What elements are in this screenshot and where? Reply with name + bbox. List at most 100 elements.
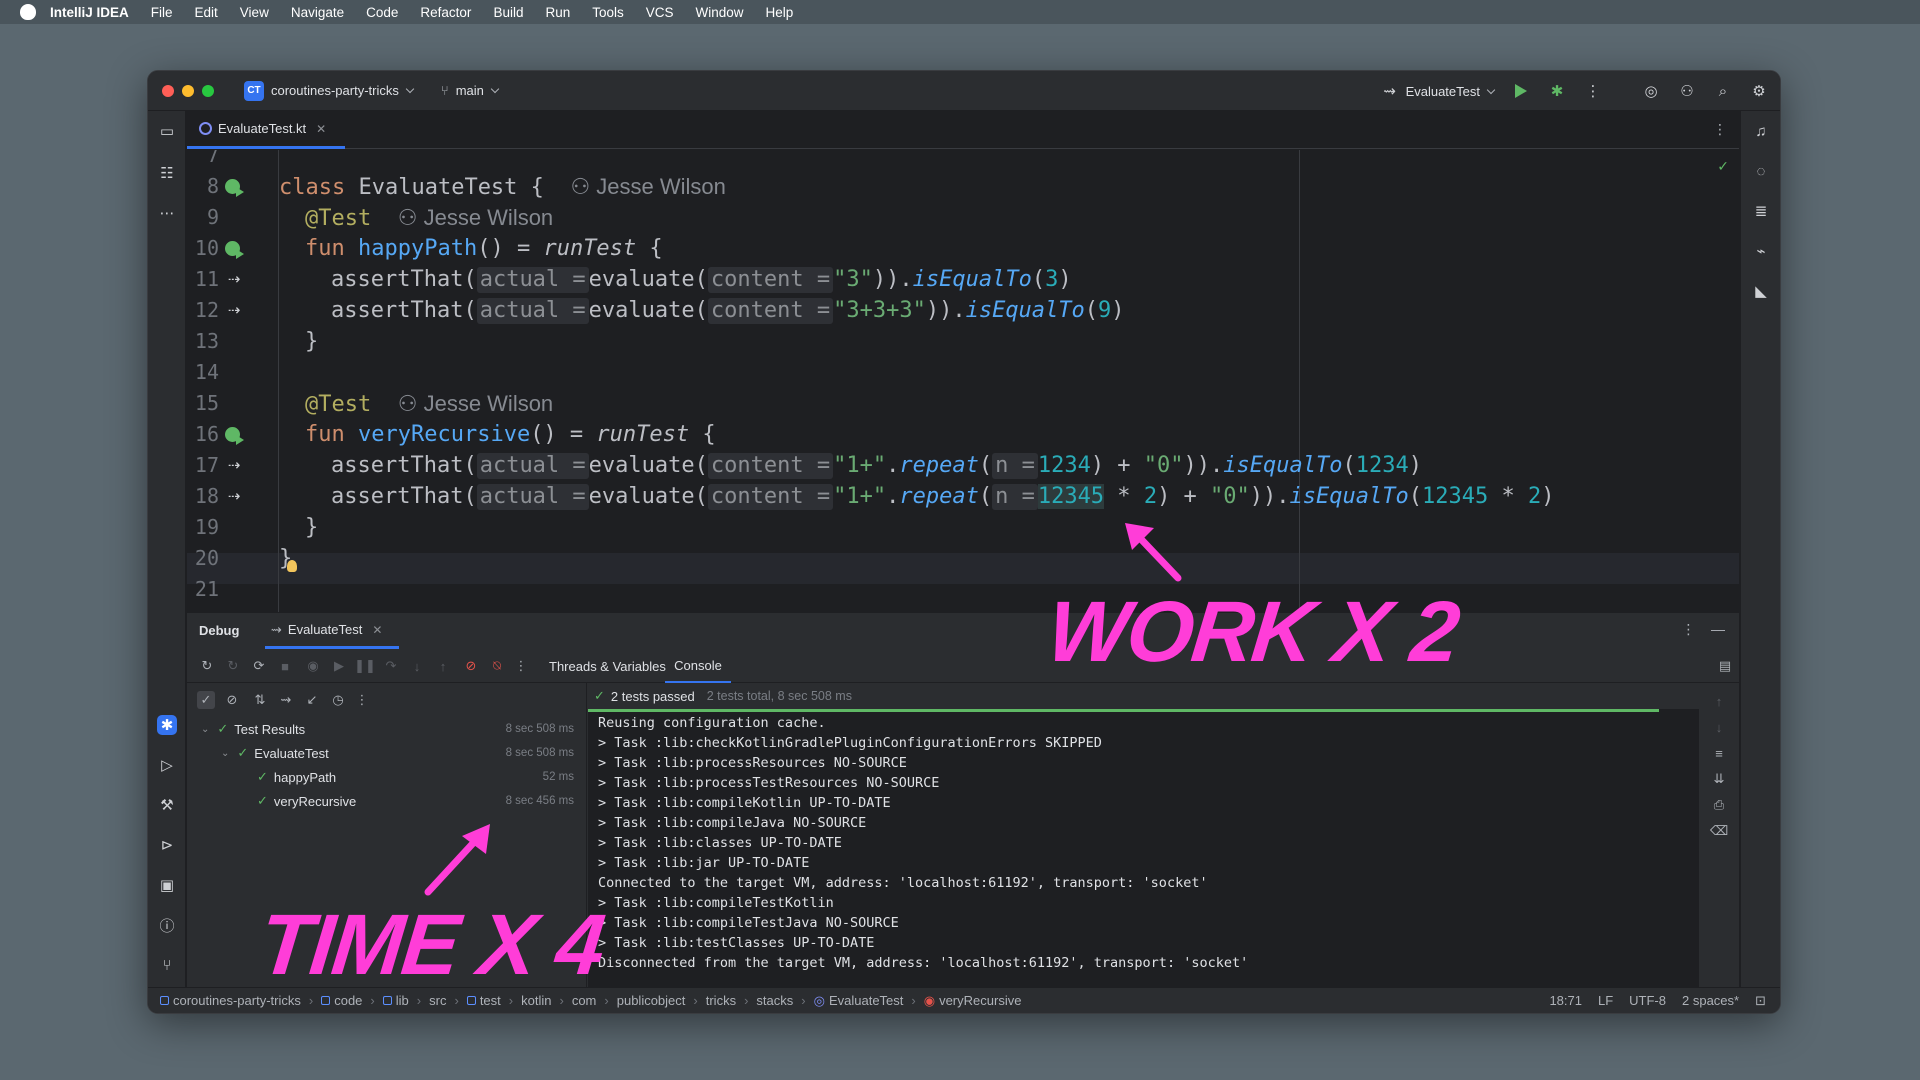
notifications-bell-icon[interactable]: ♫ [1751,121,1771,141]
apple-icon[interactable] [20,4,36,20]
expand-chevron-icon[interactable]: ⌄ [221,748,229,759]
git-icon[interactable]: ⑂ [157,955,177,975]
terminal-icon[interactable]: ▣ [157,875,177,895]
breakpoints-icon[interactable]: ⊘ [463,658,479,674]
tab-debug-session[interactable]: ⇝ EvaluateTest ✕ [265,613,399,649]
run-test-icon[interactable] [223,239,244,259]
kotlin-icon[interactable]: ◣ [1751,281,1771,301]
stop-icon[interactable]: ■ [277,658,293,674]
rerun-auto-icon[interactable]: ⟳ [251,658,267,674]
breadcrumb-item[interactable]: stacks [756,993,793,1008]
breadcrumb-item[interactable]: kotlin [521,993,551,1008]
print-icon[interactable]: ⎙ [1711,797,1727,813]
resume-icon[interactable]: ▶ [331,658,347,674]
services-icon[interactable]: ⊳ [157,835,177,855]
close-window-button[interactable] [162,84,174,97]
soft-wrap-icon[interactable]: ≡ [1711,745,1727,761]
tree-row-evaluatetest[interactable]: ⌄ ✓ EvaluateTest 8 sec 508 ms [187,741,586,765]
menu-vcs[interactable]: VCS [646,5,674,20]
more-debug-actions-icon[interactable]: ⋮ [513,658,529,674]
tree-row-test-results[interactable]: ⌄ ✓ Test Results 8 sec 508 ms [187,717,586,741]
menu-app-name[interactable]: IntelliJ IDEA [50,5,129,20]
more-test-options-icon[interactable]: ⋮ [353,691,371,709]
step-into-icon[interactable]: ↓ [409,658,425,674]
search-icon[interactable]: ⌕ [1714,82,1732,100]
run-test-icon[interactable] [223,425,244,445]
scroll-up-icon[interactable]: ↑ [1711,693,1727,709]
scroll-to-end-icon[interactable]: ⇊ [1711,771,1727,787]
scroll-down-icon[interactable]: ↓ [1711,719,1727,735]
view-breakpoints-icon[interactable]: ◉ [305,658,321,674]
gear-icon[interactable]: ⚙ [1750,82,1768,100]
tab-console[interactable]: Console [665,649,731,683]
more-tools-icon[interactable]: ⋯ [157,203,177,223]
more-actions-button[interactable]: ⋮ [1584,82,1602,100]
breadcrumb-item[interactable]: coroutines-party-tricks [173,993,301,1008]
add-user-icon[interactable]: ⚇ [1678,82,1696,100]
menu-refactor[interactable]: Refactor [420,5,471,20]
structure-icon[interactable]: ☷ [157,163,177,183]
show-passed-toggle[interactable]: ✓ [197,691,215,709]
trash-icon[interactable]: ⌫ [1710,823,1728,839]
database-icon[interactable]: ≣ [1751,201,1771,221]
caret-position[interactable]: 18:71 [1549,993,1582,1008]
problems-icon[interactable]: ⓘ [157,915,177,935]
rerun-icon[interactable]: ↻ [199,658,215,674]
breadcrumb-item[interactable]: lib [396,993,409,1008]
ai-assistant-icon[interactable]: ◎ [1642,82,1660,100]
breadcrumb-item[interactable]: publicobject [617,993,686,1008]
zoom-window-button[interactable] [202,84,214,97]
project-folder-icon[interactable]: ▭ [157,121,177,141]
debug-options-button[interactable]: ⋮ — [1681,621,1725,638]
breadcrumb-item[interactable]: code [334,993,362,1008]
step-out-icon[interactable]: ↑ [435,658,451,674]
collapse-icon[interactable]: ↙ [303,691,321,709]
menu-navigate[interactable]: Navigate [291,5,344,20]
tab-evaluatetest-kt[interactable]: EvaluateTest.kt ✕ [187,111,345,149]
menu-build[interactable]: Build [493,5,523,20]
menu-window[interactable]: Window [696,5,744,20]
debug-button[interactable]: ✱ [1548,82,1566,100]
code-editor[interactable]: ✓ 7 8 9 10 11 12 13 14 15 16 17 18 19 20… [187,150,1739,612]
close-tab-icon[interactable]: ✕ [372,623,382,637]
run-button[interactable] [1512,82,1530,100]
import-tests-icon[interactable]: ⇝ [277,691,295,709]
run-tool-icon[interactable]: ▷ [157,755,177,775]
run-test-class-icon[interactable] [223,177,244,197]
layout-settings-icon[interactable]: ▤ [1717,658,1733,674]
build-hammer-icon[interactable]: ⚒ [157,795,177,815]
tab-threads-variables[interactable]: Threads & Variables [549,649,666,683]
show-ignored-toggle[interactable]: ⊘ [223,691,241,709]
tree-row-veryrecursive[interactable]: ✓ veryRecursive 8 sec 456 ms [187,789,586,813]
breadcrumb-item[interactable]: veryRecursive [939,993,1021,1008]
close-tab-icon[interactable]: ✕ [316,122,326,136]
menu-edit[interactable]: Edit [195,5,218,20]
lock-icon[interactable]: ⊡ [1755,993,1766,1009]
breadcrumb-item[interactable]: test [480,993,501,1008]
gradle-icon[interactable]: ⌁ [1751,241,1771,261]
tab-options-button[interactable]: ⋮ [1713,121,1727,138]
ai-chat-icon[interactable]: ◌ [1751,161,1771,181]
breadcrumb-item[interactable]: tricks [706,993,736,1008]
breadcrumb-item[interactable]: com [572,993,597,1008]
mute-breakpoints-icon[interactable]: ⍉ [489,658,505,674]
breadcrumb-item[interactable]: EvaluateTest [829,993,903,1008]
menu-code[interactable]: Code [366,5,398,20]
step-over-icon[interactable]: ↷ [383,658,399,674]
console-pane[interactable]: ✓ 2 tests passed 2 tests total, 8 sec 50… [588,683,1699,987]
menu-run[interactable]: Run [545,5,570,20]
history-icon[interactable]: ◷ [329,691,347,709]
sort-icon[interactable]: ⇅ [251,691,269,709]
rerun-failed-icon[interactable]: ↻ [225,658,241,674]
breadcrumb-item[interactable]: src [429,993,446,1008]
menu-help[interactable]: Help [766,5,794,20]
expand-chevron-icon[interactable]: ⌄ [201,724,209,735]
menu-file[interactable]: File [151,5,173,20]
pause-icon[interactable]: ❚❚ [354,658,376,674]
line-separator[interactable]: LF [1598,993,1613,1008]
menu-view[interactable]: View [240,5,269,20]
file-encoding[interactable]: UTF-8 [1629,993,1666,1008]
tree-row-happypath[interactable]: ✓ happyPath 52 ms [187,765,586,789]
indent-setting[interactable]: 2 spaces* [1682,993,1739,1008]
branch-switcher[interactable]: main [456,83,484,98]
